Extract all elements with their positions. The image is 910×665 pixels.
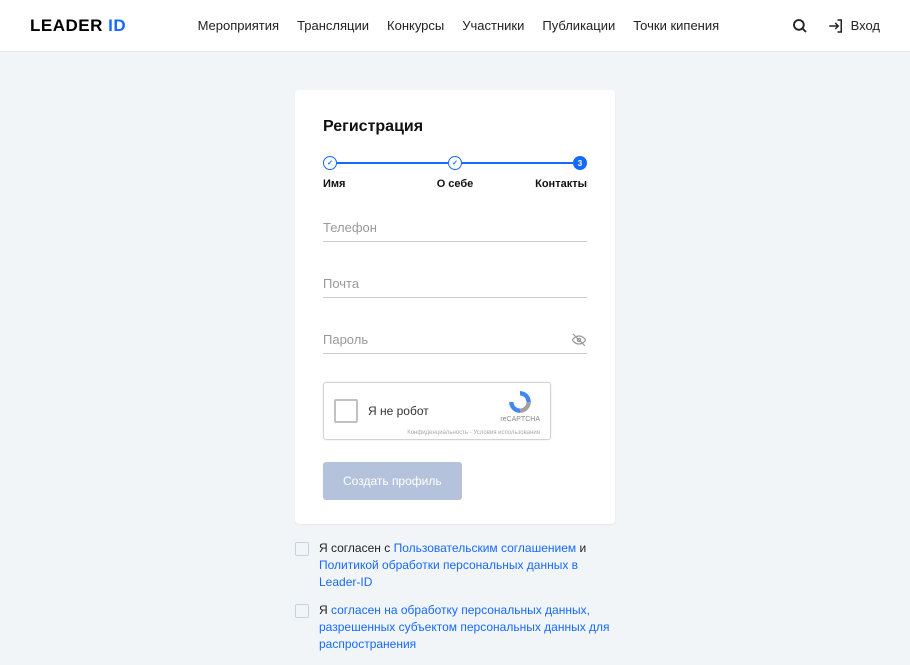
header-right: Вход: [791, 17, 880, 35]
login-label: Вход: [851, 18, 880, 33]
agreements: Я согласен с Пользовательским соглашение…: [295, 540, 615, 665]
submit-button[interactable]: Создать профиль: [323, 462, 462, 500]
main-nav: Мероприятия Трансляции Конкурсы Участник…: [198, 18, 720, 33]
nav-broadcasts[interactable]: Трансляции: [297, 18, 369, 33]
stepper: 3: [323, 156, 587, 170]
logo-leader-text: LEADER: [30, 16, 103, 35]
agreement-1: Я согласен с Пользовательским соглашение…: [295, 540, 615, 590]
agreement-2: Я согласен на обработку персональных дан…: [295, 602, 615, 652]
email-field-wrap: [323, 270, 587, 298]
search-icon[interactable]: [791, 17, 809, 35]
nav-contests[interactable]: Конкурсы: [387, 18, 444, 33]
nav-events[interactable]: Мероприятия: [198, 18, 280, 33]
step-2-label: О себе: [411, 178, 499, 190]
phone-field-wrap: [323, 214, 587, 242]
header: LEADER ID Мероприятия Трансляции Конкурс…: [0, 0, 910, 52]
main-content: Регистрация 3 Имя О себе Контакты: [0, 52, 910, 665]
recaptcha-icon: [507, 389, 533, 415]
step-3-label: Контакты: [499, 178, 587, 190]
password-field[interactable]: [323, 326, 587, 354]
recaptcha-widget: Я не робот reCAPTCHA Конфиденциальность …: [323, 382, 551, 440]
agreement-1-checkbox[interactable]: [295, 542, 309, 556]
password-field-wrap: [323, 326, 587, 354]
recaptcha-brand: reCAPTCHA: [500, 416, 540, 423]
agreement-2-checkbox[interactable]: [295, 604, 309, 618]
agreement-1-text: Я согласен с Пользовательским соглашение…: [319, 540, 615, 590]
step-3-circle: 3: [573, 156, 587, 170]
logo-id-text: ID: [108, 16, 126, 35]
step-line-2: [462, 162, 573, 164]
login-button[interactable]: Вход: [827, 17, 880, 35]
step-2-circle: [448, 156, 462, 170]
step-1-label: Имя: [323, 178, 411, 190]
data-processing-link[interactable]: согласен на обработку персональных данны…: [319, 603, 610, 651]
step-line-1: [337, 162, 448, 164]
step-1-circle: [323, 156, 337, 170]
agreement-2-text: Я согласен на обработку персональных дан…: [319, 602, 615, 652]
logo[interactable]: LEADER ID: [30, 16, 126, 36]
step-labels: Имя О себе Контакты: [323, 178, 587, 190]
privacy-policy-link[interactable]: Политикой обработки персональных данных …: [319, 558, 578, 589]
login-icon: [827, 17, 845, 35]
nav-publications[interactable]: Публикации: [542, 18, 615, 33]
registration-card: Регистрация 3 Имя О себе Контакты: [295, 90, 615, 524]
recaptcha-logo: reCAPTCHA: [500, 389, 540, 423]
email-field[interactable]: [323, 270, 587, 298]
nav-participants[interactable]: Участники: [462, 18, 524, 33]
recaptcha-terms: Конфиденциальность - Условия использован…: [407, 430, 540, 436]
phone-field[interactable]: [323, 214, 587, 242]
card-title: Регистрация: [323, 118, 587, 136]
user-agreement-link[interactable]: Пользовательским соглашением: [394, 541, 577, 555]
eye-off-icon[interactable]: [571, 332, 587, 348]
nav-boiling-points[interactable]: Точки кипения: [633, 18, 719, 33]
recaptcha-label: Я не робот: [368, 404, 429, 418]
recaptcha-checkbox[interactable]: [334, 399, 358, 423]
